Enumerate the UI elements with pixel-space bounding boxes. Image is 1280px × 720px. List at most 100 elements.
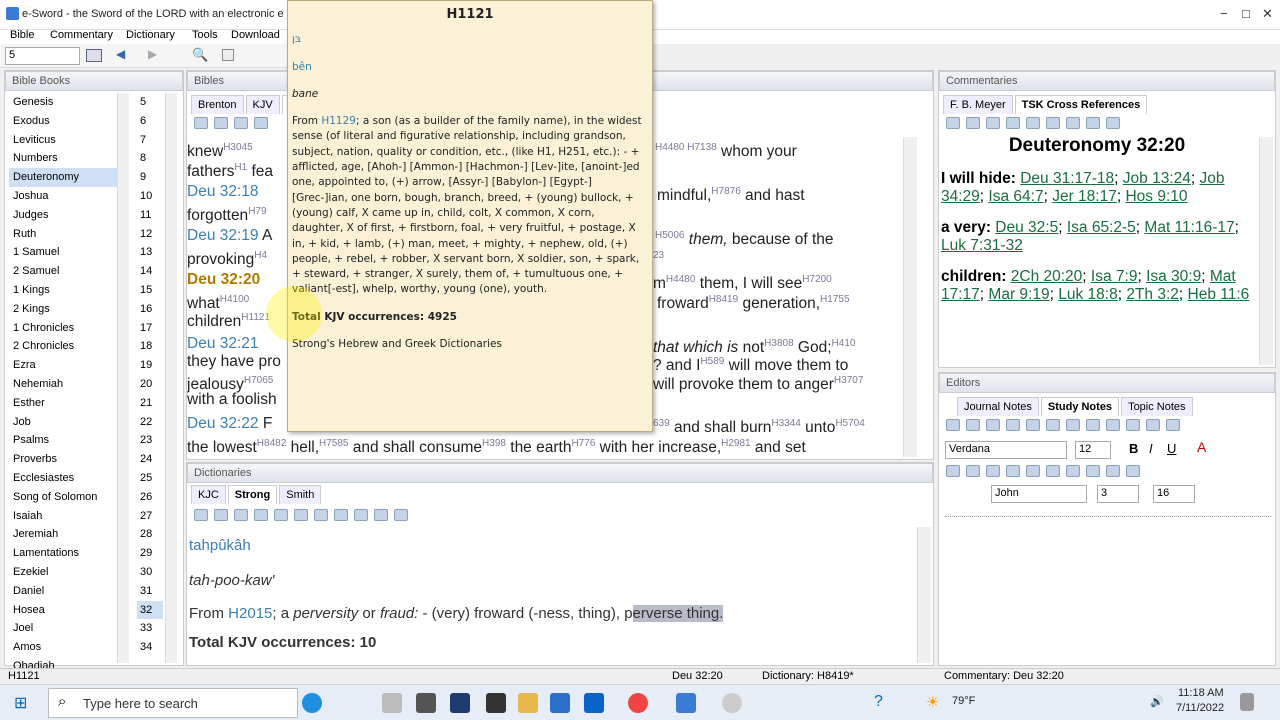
chapter-item[interactable]: 18: [137, 337, 163, 356]
bible-scrollbar[interactable]: [903, 137, 917, 457]
binoculars-icon[interactable]: [234, 509, 248, 521]
chapter-item[interactable]: 15: [137, 281, 163, 300]
mail-icon[interactable]: [584, 693, 604, 713]
book-item[interactable]: Joel: [9, 619, 129, 638]
edit-icon[interactable]: [222, 49, 234, 61]
taskbar-search[interactable]: Type here to search: [48, 688, 298, 718]
clock-date[interactable]: 7/11/2022: [1176, 702, 1224, 714]
menu-commentary[interactable]: Commentary: [50, 29, 113, 41]
bullets-icon[interactable]: [1066, 465, 1080, 477]
chapter-item[interactable]: 34: [137, 638, 163, 657]
close-button[interactable]: ✕: [1262, 6, 1273, 22]
binoculars-icon[interactable]: [234, 117, 248, 129]
outdent-icon[interactable]: [1046, 465, 1060, 477]
book-item[interactable]: Numbers: [9, 149, 129, 168]
xref-link[interactable]: Luk 7:31-32: [941, 237, 1023, 254]
book-item[interactable]: Exodus: [9, 112, 129, 131]
verse-ref[interactable]: Deu 32:19: [187, 227, 259, 244]
chapter-item[interactable]: 32: [137, 600, 163, 620]
book-item[interactable]: Joshua: [9, 187, 129, 206]
align-left-icon[interactable]: [946, 465, 960, 477]
book-item[interactable]: 1 Kings: [9, 281, 129, 300]
refresh-icon[interactable]: [1026, 117, 1040, 129]
dict-scrollbar[interactable]: [917, 527, 931, 663]
forward-arrow-icon[interactable]: ▶: [148, 47, 157, 61]
tab-fb-meyer[interactable]: F. B. Meyer: [943, 95, 1013, 114]
zoom-icon[interactable]: [1086, 117, 1100, 129]
tab-kjv[interactable]: KJV: [245, 95, 280, 114]
numbering-icon[interactable]: [1086, 465, 1100, 477]
chapter-item[interactable]: 5: [137, 93, 163, 112]
book-item[interactable]: Nehemiah: [9, 375, 129, 394]
book-item[interactable]: Amos: [9, 638, 129, 657]
close-icon[interactable]: [254, 117, 268, 129]
book-item[interactable]: Jeremiah: [9, 525, 129, 544]
xref-link[interactable]: Mat 11:16-17: [1144, 219, 1234, 236]
chapter-item[interactable]: 25: [137, 469, 163, 488]
clock-time[interactable]: 11:18 AM: [1178, 687, 1224, 699]
xref-link[interactable]: Deu 31:17-18: [1020, 170, 1114, 187]
zoom-icon[interactable]: [354, 509, 368, 521]
verse-ref[interactable]: Deu 32:18: [187, 183, 259, 200]
chapter-item[interactable]: 28: [137, 525, 163, 544]
search-icon[interactable]: 🔍: [192, 47, 208, 63]
copy-icon[interactable]: [214, 509, 228, 521]
zoom-icon[interactable]: [1086, 419, 1100, 431]
verse-ref[interactable]: Deu 32:22: [187, 415, 259, 432]
back-icon[interactable]: [194, 509, 208, 521]
book-item[interactable]: Leviticus: [9, 131, 129, 150]
table-icon[interactable]: [1106, 419, 1120, 431]
close-icon[interactable]: [254, 509, 268, 521]
xref-link[interactable]: Isa 30:9: [1146, 268, 1201, 285]
chrome-icon[interactable]: [628, 693, 648, 713]
link-icon[interactable]: [1066, 419, 1080, 431]
help-icon[interactable]: ?: [874, 693, 883, 711]
paste-icon[interactable]: [1006, 419, 1020, 431]
book-item[interactable]: Song of Solomon: [9, 488, 129, 507]
paste-icon[interactable]: [294, 509, 308, 521]
spell-icon[interactable]: [1146, 419, 1160, 431]
book-item[interactable]: Deuteronomy: [9, 168, 129, 187]
xref-link[interactable]: Hos 9:10: [1125, 188, 1187, 205]
bold-button[interactable]: B: [1129, 441, 1138, 456]
tab-tsk[interactable]: TSK Cross References: [1014, 95, 1148, 114]
chapter-number-combo[interactable]: 3: [1097, 485, 1139, 503]
copy-icon[interactable]: [986, 419, 1000, 431]
print-icon[interactable]: [1006, 117, 1020, 129]
book-item[interactable]: 2 Kings: [9, 300, 129, 319]
book-item[interactable]: Lamentations: [9, 544, 129, 563]
book-icon[interactable]: [374, 509, 388, 521]
highlight-icon[interactable]: [314, 509, 328, 521]
maximize-button[interactable]: □: [1242, 6, 1250, 21]
redo-icon[interactable]: [1046, 419, 1060, 431]
xref-link[interactable]: 2Ch 20:20: [1011, 268, 1083, 285]
font-combo[interactable]: Verdana: [945, 441, 1067, 459]
chapter-item[interactable]: 19: [137, 356, 163, 375]
xref-link[interactable]: Heb 11:6: [1188, 286, 1250, 303]
justify-icon[interactable]: [1006, 465, 1020, 477]
border-icon[interactable]: [1106, 465, 1120, 477]
binoculars-icon[interactable]: [966, 117, 980, 129]
xref-link[interactable]: Isa 64:7: [988, 188, 1043, 205]
chapter-item[interactable]: 12: [137, 225, 163, 244]
esword-taskbar-icon[interactable]: [676, 693, 696, 713]
weather-temp[interactable]: 79°F: [952, 695, 975, 707]
book-item[interactable]: 2 Samuel: [9, 262, 129, 281]
chapter-item[interactable]: 16: [137, 300, 163, 319]
menu-dictionary[interactable]: Dictionary: [126, 29, 175, 41]
align-right-icon[interactable]: [986, 465, 1000, 477]
back-arrow-icon[interactable]: ◀: [116, 47, 125, 61]
xref-link[interactable]: Isa 7:9: [1091, 268, 1138, 285]
copy-icon[interactable]: [946, 117, 960, 129]
chapter-item[interactable]: 10: [137, 187, 163, 206]
widgets-icon[interactable]: [416, 693, 436, 713]
book-item[interactable]: 2 Chronicles: [9, 337, 129, 356]
underline-button[interactable]: U: [1167, 441, 1176, 456]
italic-button[interactable]: I: [1149, 441, 1153, 456]
xref-link[interactable]: Mar 9:19: [988, 286, 1049, 303]
terminal-app-icon[interactable]: [450, 693, 470, 713]
xref-link[interactable]: Job 13:24: [1123, 170, 1191, 187]
book-item[interactable]: Ezra: [9, 356, 129, 375]
comm-scrollbar[interactable]: [1259, 137, 1273, 365]
editor-text-area[interactable]: [941, 523, 1271, 663]
